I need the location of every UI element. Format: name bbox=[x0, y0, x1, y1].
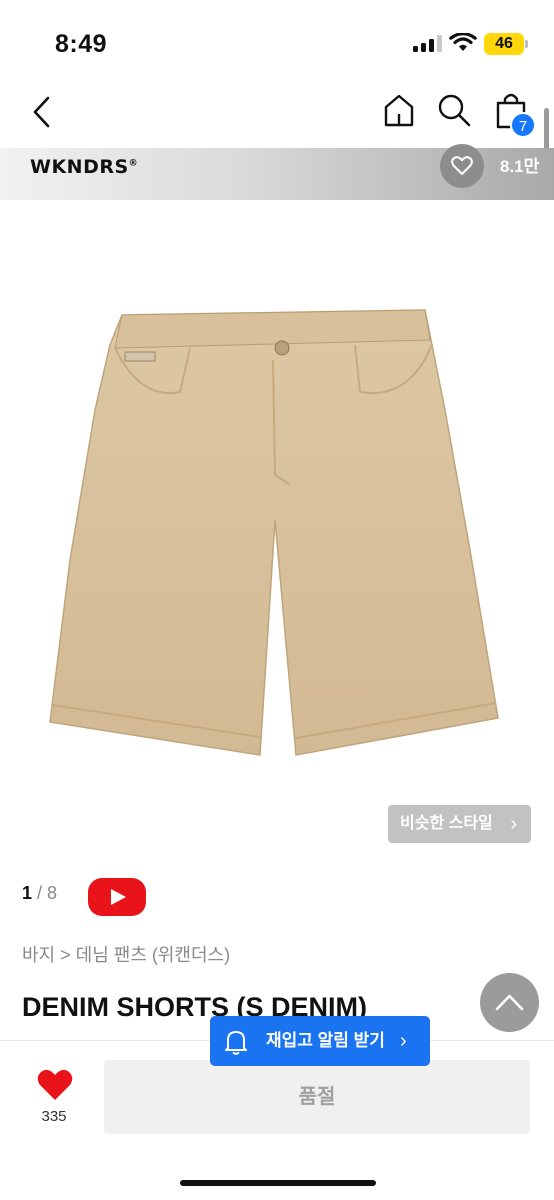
pager-total: 8 bbox=[47, 883, 58, 903]
battery-indicator: 46 bbox=[484, 33, 524, 55]
search-icon[interactable] bbox=[436, 92, 472, 128]
like-count: 335 bbox=[41, 1108, 67, 1125]
brand-name: WKNDRS bbox=[30, 156, 129, 178]
registered-mark: ® bbox=[128, 158, 139, 169]
image-pager: 1 / 8 bbox=[22, 883, 57, 904]
back-icon[interactable] bbox=[26, 92, 60, 132]
arrow-up-icon bbox=[495, 994, 524, 1011]
pager-current: 1 bbox=[22, 883, 33, 903]
youtube-icon[interactable] bbox=[88, 878, 146, 916]
top-nav bbox=[0, 80, 554, 148]
cellular-signal-icon bbox=[413, 34, 443, 52]
soldout-button[interactable]: 품절 bbox=[104, 1060, 530, 1134]
similar-style-button[interactable]: 비슷한 스타일 › bbox=[388, 805, 531, 843]
pager-separator: / bbox=[32, 883, 48, 903]
chevron-right-icon: › bbox=[400, 1030, 407, 1052]
battery-cap bbox=[525, 40, 528, 48]
heart-outline-icon bbox=[451, 156, 473, 175]
scroll-top-button[interactable] bbox=[480, 973, 539, 1032]
restock-alert-label: 재입고 알림 받기 bbox=[266, 1031, 385, 1050]
home-indicator bbox=[180, 1180, 376, 1186]
cart-count-badge: 7 bbox=[510, 112, 536, 138]
brand-like-count: 8.1만 bbox=[500, 157, 540, 176]
breadcrumb[interactable]: 바지 > 데님 팬츠 (위캔더스) bbox=[22, 941, 230, 967]
wifi-icon bbox=[449, 33, 477, 51]
status-time: 8:49 bbox=[55, 30, 108, 58]
home-icon[interactable] bbox=[381, 92, 417, 128]
chevron-right-icon: › bbox=[510, 813, 517, 835]
similar-style-label: 비슷한 스타일 bbox=[400, 815, 493, 832]
status-bar: 8:49 46 bbox=[0, 0, 554, 80]
heart-icon[interactable] bbox=[36, 1068, 74, 1102]
brand-like-button[interactable] bbox=[440, 144, 484, 188]
product-image[interactable] bbox=[40, 300, 510, 770]
product-page: 8:49 46 7 WKNDRS® 8.1만 비슷한 스타일 › 1 / 8 바… bbox=[0, 0, 554, 1200]
brand-logo[interactable]: WKNDRS® bbox=[30, 156, 138, 178]
restock-alert-button[interactable]: 재입고 알림 받기 › bbox=[210, 1016, 430, 1066]
bell-icon bbox=[225, 1031, 247, 1055]
